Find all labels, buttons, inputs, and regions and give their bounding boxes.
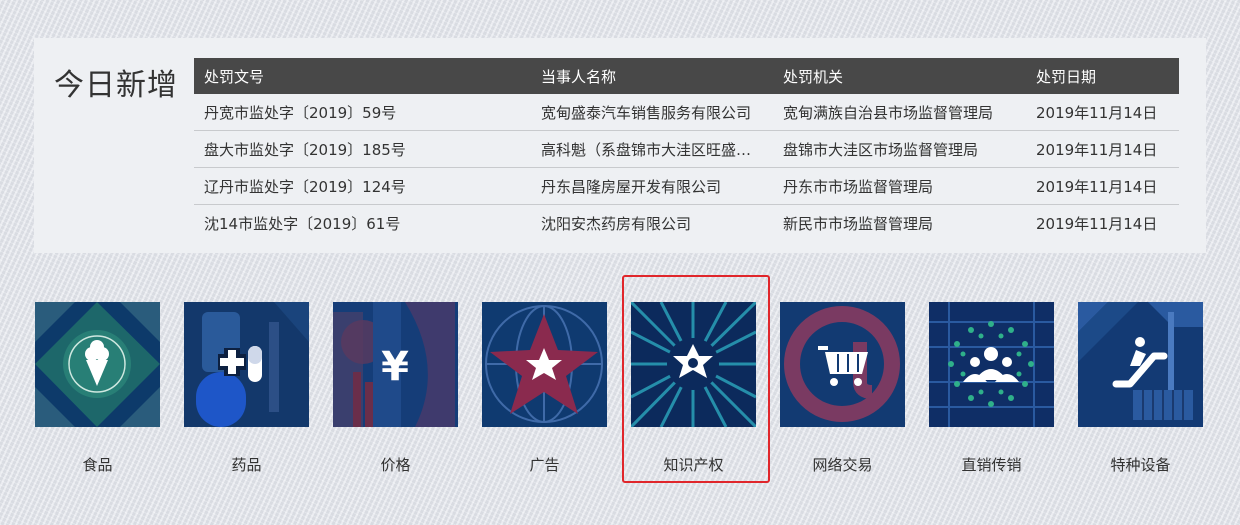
category-label[interactable]: 广告 — [482, 454, 607, 475]
penalty-number[interactable]: 丹宽市监处字〔2019〕59号 — [194, 94, 531, 131]
date: 2019年11月14日 — [1026, 94, 1179, 131]
medicine-icon[interactable] — [184, 302, 309, 427]
ice-cream-icon[interactable] — [35, 302, 160, 427]
penalty-number[interactable]: 沈14市监处字〔2019〕61号 — [194, 205, 531, 242]
network-people-icon[interactable] — [929, 302, 1054, 427]
table-row[interactable]: 丹宽市监处字〔2019〕59号 宽甸盛泰汽车销售服务有限公司 宽甸满族自治县市场… — [194, 94, 1179, 131]
today-new-panel: 今日新增 处罚文号 当事人名称 处罚机关 处罚日期 丹宽市监处字〔2019〕59… — [34, 38, 1206, 253]
authority: 盘锦市大洼区市场监督管理局 — [773, 130, 1026, 168]
party-name[interactable]: 丹东昌隆房屋开发有限公司 — [531, 167, 773, 205]
table-row[interactable]: 辽丹市监处字〔2019〕124号 丹东昌隆房屋开发有限公司 丹东市市场监督管理局… — [194, 167, 1179, 205]
authority: 丹东市市场监督管理局 — [773, 167, 1026, 205]
date: 2019年11月14日 — [1026, 167, 1179, 205]
category-food[interactable]: 食品 — [35, 302, 160, 475]
authority: 新民市市场监督管理局 — [783, 214, 934, 233]
category-advertising[interactable]: 广告 — [482, 302, 607, 475]
category-label[interactable]: 价格 — [333, 454, 458, 475]
star-icon[interactable] — [482, 302, 607, 427]
category-special-equipment[interactable]: 特种设备 — [1078, 302, 1203, 475]
date: 2019年11月14日 — [1036, 214, 1158, 233]
header-authority: 处罚机关 — [773, 58, 1026, 94]
party-name[interactable]: 高科魁（系盘锦市大洼区旺盛… — [531, 130, 773, 168]
penalty-number[interactable]: 辽丹市监处字〔2019〕124号 — [194, 167, 531, 205]
yen-icon[interactable]: ¥ — [333, 302, 458, 427]
escalator-icon[interactable] — [1078, 302, 1203, 427]
party-name[interactable]: 沈阳安杰药房有限公司 — [531, 205, 773, 242]
table-row[interactable]: 盘大市监处字〔2019〕185号 高科魁（系盘锦市大洼区旺盛… 盘锦市大洼区市场… — [194, 130, 1179, 168]
selected-category-highlight — [622, 275, 770, 483]
party-name[interactable]: 宽甸盛泰汽车销售服务有限公司 — [531, 94, 773, 131]
date: 2019年11月14日 — [1026, 130, 1179, 168]
header-penalty-number: 处罚文号 — [194, 58, 531, 94]
shopping-cart-icon[interactable] — [780, 302, 905, 427]
penalty-table: 处罚文号 当事人名称 处罚机关 处罚日期 丹宽市监处字〔2019〕59号 宽甸盛… — [194, 58, 1179, 241]
penalty-number[interactable]: 盘大市监处字〔2019〕185号 — [194, 130, 531, 168]
header-date: 处罚日期 — [1026, 58, 1179, 94]
category-label[interactable]: 网络交易 — [780, 454, 905, 475]
category-medicine[interactable]: 药品 — [184, 302, 309, 475]
category-label[interactable]: 特种设备 — [1078, 454, 1203, 475]
today-new-title: 今日新增 — [54, 68, 178, 103]
category-label[interactable]: 药品 — [184, 454, 309, 475]
authority: 宽甸满族自治县市场监督管理局 — [773, 94, 1026, 131]
svg-text:¥: ¥ — [381, 344, 409, 390]
category-online-trade[interactable]: 网络交易 — [780, 302, 905, 475]
category-label[interactable]: 食品 — [35, 454, 160, 475]
table-header-row: 处罚文号 当事人名称 处罚机关 处罚日期 — [194, 58, 1179, 94]
category-price[interactable]: ¥ 价格 — [333, 302, 458, 475]
table-row[interactable]: 沈14市监处字〔2019〕61号 沈阳安杰药房有限公司 新民市市场监督管理局 2… — [194, 205, 1179, 242]
category-label[interactable]: 直销传销 — [929, 454, 1054, 475]
category-direct-selling[interactable]: 直销传销 — [929, 302, 1054, 475]
header-party-name: 当事人名称 — [531, 58, 773, 94]
